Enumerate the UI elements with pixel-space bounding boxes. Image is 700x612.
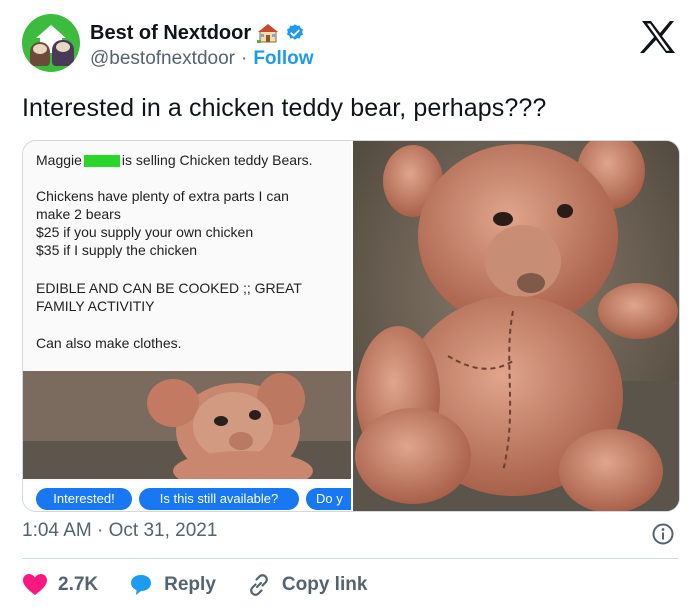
tweet-actions: 2.7K Reply Copy link xyxy=(22,570,397,600)
interested-button: Interested! xyxy=(36,488,132,510)
bear-photo-large-image xyxy=(353,141,679,511)
author-name[interactable]: Best of Nextdoor xyxy=(90,22,251,45)
verified-badge-icon xyxy=(287,24,304,40)
follow-button[interactable]: Follow xyxy=(253,48,313,70)
post-line: $35 if I supply the chicken xyxy=(36,242,198,258)
avatar-face-left xyxy=(33,44,47,54)
embedded-post-header: Maggie is selling Chicken teddy Bears. xyxy=(36,151,313,169)
like-button[interactable]: 2.7K xyxy=(22,573,98,597)
heart-icon xyxy=(23,574,47,595)
post-line: make 2 bears xyxy=(36,206,121,222)
still-available-button: Is this still available? xyxy=(139,488,299,510)
link-icon xyxy=(250,574,268,596)
actions-divider xyxy=(22,558,678,559)
embedded-post-buttons: Interested! Is this still available? Do … xyxy=(23,481,351,511)
x-logo-icon[interactable] xyxy=(640,20,676,54)
handle-separator: · xyxy=(241,48,248,69)
post-caps-line: FAMILY ACTIVITIY xyxy=(36,298,155,314)
embedded-bear-photo xyxy=(23,371,351,479)
embedded-post-body: Chickens have plenty of extra parts I ca… xyxy=(36,187,289,259)
reply-bubble-icon xyxy=(131,575,152,595)
tweet-time: 1:04 AM xyxy=(22,520,92,541)
author-avatar[interactable] xyxy=(22,14,80,72)
bear-photo-small-image xyxy=(23,371,351,479)
tweet-date: Oct 31, 2021 xyxy=(108,520,218,541)
tweet-media[interactable]: Maggie is selling Chicken teddy Bears. Ch… xyxy=(22,140,680,512)
author-name-row: Best of Nextdoor xyxy=(90,20,305,46)
house-emoji-icon xyxy=(257,24,279,43)
redaction-bar xyxy=(83,155,120,168)
tweet-timestamp[interactable]: 1:04 AM · Oct 31, 2021 xyxy=(22,520,217,542)
post-clothes-line: Can also make clothes. xyxy=(36,335,182,351)
copy-link-button[interactable]: Copy link xyxy=(246,573,368,597)
author-handle-row: @bestofnextdoor · Follow xyxy=(90,48,313,70)
author-handle[interactable]: @bestofnextdoor xyxy=(90,48,235,70)
seller-action: is selling Chicken teddy Bears. xyxy=(121,152,313,168)
bear-photo-large xyxy=(353,141,679,511)
reply-label: Reply xyxy=(164,574,216,595)
post-caps-line: EDIBLE AND CAN BE COOKED ;; GREAT xyxy=(36,280,302,296)
avatar-face-right xyxy=(56,42,70,52)
do-you-button: Do y xyxy=(306,488,351,510)
tweet-card: Best of Nextdoor @bestofnextdoor · Follo… xyxy=(0,0,700,612)
post-line: $25 if you supply your own chicken xyxy=(36,224,254,240)
seller-name: Maggie xyxy=(36,152,82,168)
reply-button[interactable]: Reply xyxy=(128,573,216,597)
embedded-post-screenshot: Maggie is selling Chicken teddy Bears. Ch… xyxy=(23,141,351,511)
like-count: 2.7K xyxy=(58,574,99,595)
timestamp-separator: · xyxy=(97,520,104,541)
tweet-text: Interested in a chicken teddy bear, perh… xyxy=(22,94,547,122)
info-icon[interactable] xyxy=(652,523,674,545)
copy-link-label: Copy link xyxy=(281,574,368,595)
embedded-post-caps: EDIBLE AND CAN BE COOKED ;; GREAT FAMILY… xyxy=(36,279,302,315)
post-line: Chickens have plenty of extra parts I ca… xyxy=(36,188,289,204)
